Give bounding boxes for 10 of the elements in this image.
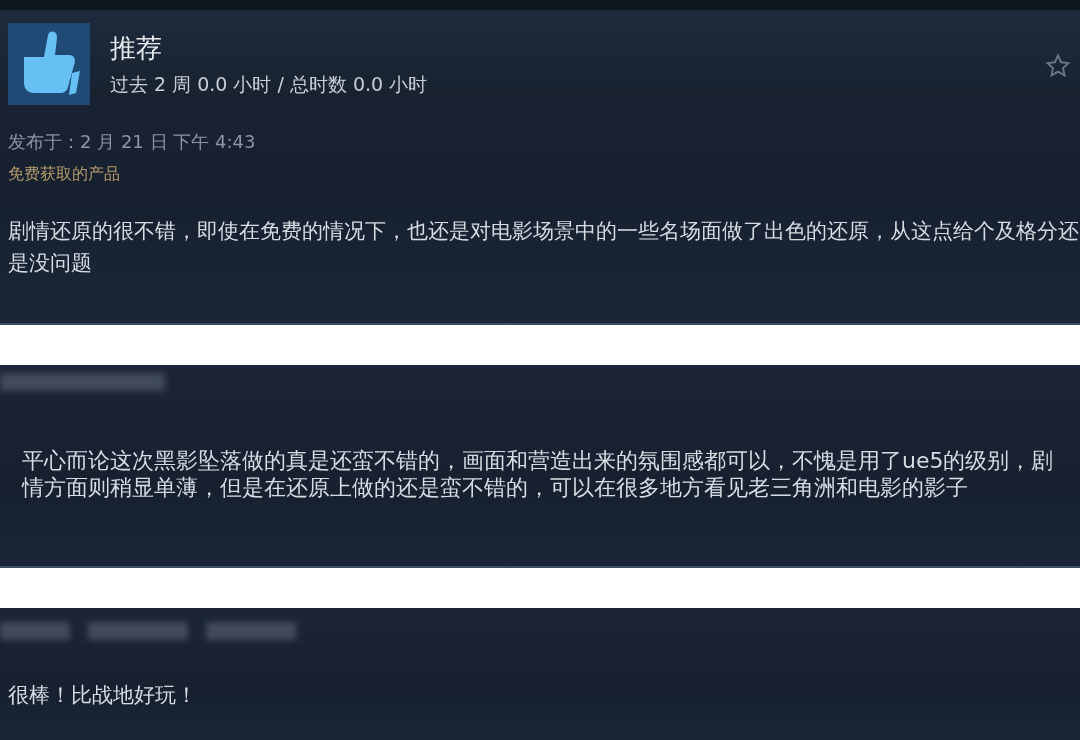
star-icon[interactable] xyxy=(1044,52,1072,80)
review-text: 很棒！比战地好玩！ xyxy=(8,682,198,709)
blurred-username xyxy=(0,622,70,640)
free-product-note: 免费获取的产品 xyxy=(8,164,121,185)
review-text: 平心而论这次黑影坠落做的真是还蛮不错的，画面和营造出来的氛围感都可以，不愧是用了ue5的级别，剧情方面则稍显单薄，但是在还原上做的还是蛮不错的，可以在很多地方看见老三角洲和电影的影子 xyxy=(22,447,1055,501)
recommendation-title: 推荐 xyxy=(110,31,163,65)
playtime-text: 过去 2 周 0.0 小时 / 总时数 0.0 小时 xyxy=(110,71,428,97)
thumbs-up-icon xyxy=(8,23,90,105)
posted-date: 发布于：2 月 21 日 下午 4:43 xyxy=(8,130,257,154)
review-text: 剧情还原的很不错，即使在免费的情况下，也还是对电影场景中的一些名场面做了出色的还原，从这点给个及格分还是没问题 xyxy=(8,218,1080,277)
